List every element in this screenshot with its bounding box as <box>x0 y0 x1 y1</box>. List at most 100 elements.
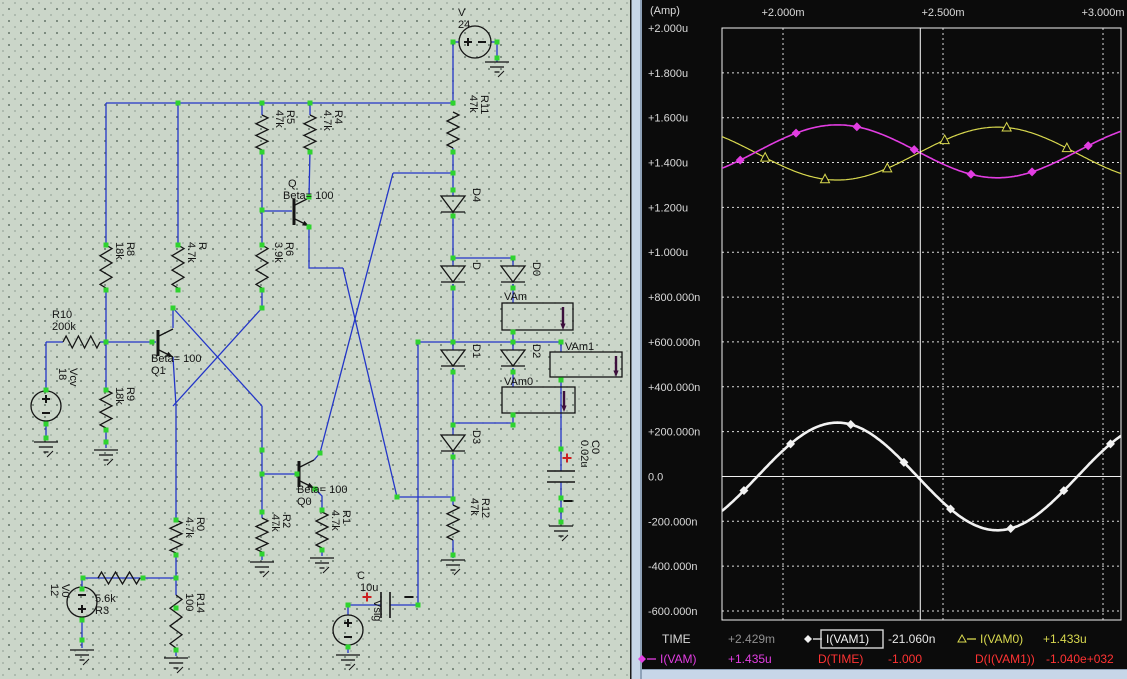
component-Q[interactable] <box>294 198 309 226</box>
wire[interactable] <box>343 268 397 497</box>
component-Vsig[interactable] <box>333 615 363 645</box>
label-Q0-name: Q0 <box>297 496 312 508</box>
label-Q-beta: Beta= 100 <box>283 190 333 202</box>
label-R: R4.7k <box>185 242 208 263</box>
component-R0[interactable] <box>170 520 182 553</box>
label-R12: R1247k <box>468 498 491 518</box>
readout-I(VAM0): I(VAM0) <box>980 632 1023 646</box>
schematic-editor[interactable]: V24R1147kR547kR44.7kR818kR4.7kR63.9kR918… <box>0 0 631 679</box>
panel-divider[interactable] <box>630 0 642 679</box>
label-R4: R44.7k <box>321 110 344 131</box>
component-R6[interactable] <box>256 245 268 288</box>
component-R4[interactable] <box>304 115 316 150</box>
component-D[interactable] <box>441 266 465 282</box>
label-D3: D3 <box>470 430 482 444</box>
component-R9[interactable] <box>100 390 112 428</box>
readout-I(VAM1): I(VAM1) <box>826 632 869 646</box>
ground-icon[interactable] <box>441 560 465 575</box>
label-V-value: 24 <box>458 19 470 31</box>
y-tick-label: +1.800u <box>648 68 688 80</box>
current-arrow-icon[interactable] <box>561 391 566 412</box>
ground-icon[interactable] <box>310 558 334 573</box>
bottom-window-edge <box>642 669 1127 679</box>
label-D1: D1 <box>470 344 482 358</box>
component-R8[interactable] <box>100 245 112 288</box>
schematic-canvas[interactable]: V24R1147kR547kR44.7kR818kR4.7kR63.9kR918… <box>0 0 630 679</box>
y-tick-label: +1.200u <box>648 202 688 214</box>
ground-icon[interactable] <box>34 442 58 457</box>
label-R0: R04.7k <box>183 517 206 538</box>
wires[interactable] <box>46 42 561 656</box>
component-Vcv[interactable] <box>31 391 61 421</box>
component-R12[interactable] <box>447 505 459 540</box>
label-Q-name: Q <box>288 178 297 190</box>
y-tick-label: +1.600u <box>648 113 688 125</box>
readout-D(I(VAM1)): D(I(VAM1)) <box>975 652 1035 666</box>
label-C-value: 10u <box>360 582 378 594</box>
wire[interactable] <box>320 173 393 453</box>
current-arrow-icon[interactable] <box>560 307 565 330</box>
component-R5[interactable] <box>256 115 268 150</box>
component-C0[interactable] <box>547 471 575 482</box>
ground-icon[interactable] <box>94 450 118 465</box>
polarity-plus-icon[interactable] <box>563 454 572 463</box>
component-VAm1[interactable] <box>550 352 622 377</box>
component-R1[interactable] <box>316 512 328 548</box>
analysis-plot-panel[interactable]: (Amp)+2.000u+1.800u+1.600u+1.400u+1.200u… <box>630 0 1127 679</box>
readout-value: -21.060n <box>888 632 935 646</box>
wire[interactable] <box>309 227 343 268</box>
y-tick-label: +600.000n <box>648 337 700 349</box>
y-tick-label: -600.000n <box>648 606 698 618</box>
component-R3[interactable] <box>98 572 140 584</box>
y-tick-label: -200.000n <box>648 516 698 528</box>
current-arrow-icon[interactable] <box>613 356 618 377</box>
x-tick-label: +2.000m <box>761 7 804 19</box>
ground-icon[interactable] <box>549 526 573 541</box>
label-R5: R547k <box>273 110 296 128</box>
label-D0: D0 <box>530 262 542 276</box>
label-C-name: C <box>357 570 365 582</box>
ground-icon[interactable] <box>164 658 188 673</box>
component-R14[interactable] <box>170 595 182 648</box>
label-R3-name: R3 <box>95 605 109 617</box>
y-tick-label: +1.400u <box>648 158 688 170</box>
readout-value: +2.429m <box>728 632 775 646</box>
component-D3[interactable] <box>441 435 465 451</box>
component-R11[interactable] <box>447 112 459 148</box>
label-V-name: V <box>458 7 466 19</box>
wire[interactable] <box>173 357 176 520</box>
ground-icon[interactable] <box>336 655 360 670</box>
label-R10-value: 200k <box>52 321 76 333</box>
label-Q1-beta: Beta= 100 <box>151 353 201 365</box>
component-R[interactable] <box>172 245 184 288</box>
component-R10[interactable] <box>63 336 100 348</box>
readout-value: +1.433u <box>1043 632 1087 646</box>
label-D2: D2 <box>530 344 542 358</box>
y-tick-label: -400.000n <box>648 561 698 573</box>
y-axis-unit-label: (Amp) <box>650 5 680 17</box>
y-tick-label: +400.000n <box>648 382 700 394</box>
ground-icon[interactable] <box>485 62 509 77</box>
wire[interactable] <box>453 42 459 103</box>
waveform-canvas[interactable]: (Amp)+2.000u+1.800u+1.600u+1.400u+1.200u… <box>630 0 1127 679</box>
ground-icon[interactable] <box>250 562 274 577</box>
component-R2[interactable] <box>256 518 268 552</box>
y-tick-label: +1.000u <box>648 247 688 259</box>
label-VAm: VAm <box>504 291 527 303</box>
label-R3-value: 5.6k <box>95 593 116 605</box>
component-D1[interactable] <box>441 350 465 366</box>
ground-icon[interactable] <box>70 650 94 665</box>
label-R14: R14100 <box>183 593 206 613</box>
label-R8: R818k <box>113 242 136 260</box>
readout-value: -1.000 <box>888 652 922 666</box>
readout-value: +1.435u <box>728 652 772 666</box>
component-D2[interactable] <box>501 350 525 366</box>
readout-TIME: TIME <box>662 632 691 646</box>
component-D4[interactable] <box>441 196 465 212</box>
readout-value: -1.040e+032 <box>1046 652 1114 666</box>
label-Q0-beta: Beta= 100 <box>297 484 347 496</box>
label-VAm0: VAm0 <box>504 376 533 388</box>
label-R11: R1147k <box>467 95 490 114</box>
label-C0: C00.02u <box>578 440 601 468</box>
component-D0[interactable] <box>501 266 525 282</box>
